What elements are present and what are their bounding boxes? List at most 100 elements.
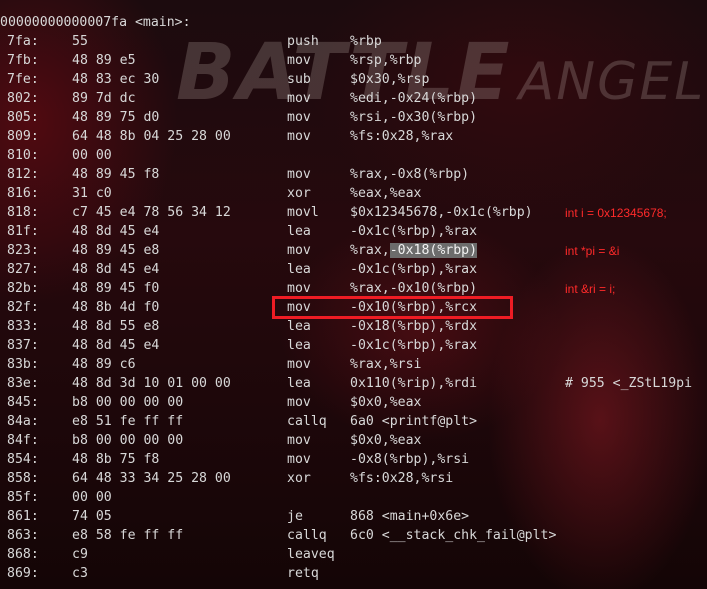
asm-operands-text: -0x10(%rbp),%rcx (350, 300, 478, 315)
asm-operands-text: %rax,-0x10(%rbp) (350, 281, 478, 296)
asm-address: 81f: (7, 224, 39, 239)
asm-operands: 6c0 <__stack_chk_fail@plt> (350, 526, 556, 545)
asm-bytes: 48 8d 45 e4 (72, 262, 160, 277)
asm-mnemonic: retq (287, 566, 319, 581)
asm-bytes: e8 58 fe ff ff (72, 528, 184, 543)
asm-bytes: c3 (72, 566, 88, 581)
asm-bytes: 48 89 45 f0 (72, 281, 160, 296)
asm-operands: -0x1c(%rbp),%rax (350, 260, 477, 279)
asm-comment: # 955 <_ZStL19pi (565, 376, 693, 391)
asm-bytes: 48 8d 3d 10 01 00 00 (72, 376, 231, 391)
asm-bytes: e8 51 fe ff ff (72, 414, 184, 429)
asm-operands-text: %rax,-0x8(%rbp) (350, 167, 470, 182)
asm-mnemonic: mov (287, 110, 311, 125)
terminal-window[interactable]: BATTLE ANGEL 00000000000007fa <main>: 7f… (0, 0, 707, 589)
asm-operands: -0x18(%rbp),%rdx (350, 317, 477, 336)
asm-operands-text: %rax, (350, 243, 390, 258)
asm-operands-text: $0x12345678,-0x1c(%rbp) (350, 205, 533, 220)
asm-operands: %rbp (350, 32, 382, 51)
asm-address: 833: (7, 319, 39, 334)
asm-bytes: 00 00 (72, 148, 112, 163)
asm-mnemonic: lea (287, 262, 311, 277)
asm-address: 869: (7, 566, 39, 581)
asm-mnemonic: mov (287, 433, 311, 448)
asm-operands: -0x1c(%rbp),%rax (350, 336, 477, 355)
asm-mnemonic: mov (287, 129, 311, 144)
asm-address: 84a: (7, 414, 39, 429)
asm-address: 861: (7, 509, 39, 524)
asm-bytes: 48 89 75 d0 (72, 110, 160, 125)
asm-address: 858: (7, 471, 39, 486)
annotation-reference-ri: int &ri = i; (565, 282, 616, 296)
asm-mnemonic: mov (287, 91, 311, 106)
asm-operands: -0x8(%rbp),%rsi (350, 450, 469, 469)
asm-bytes: 89 7d dc (72, 91, 136, 106)
annotation-pointer-pi: int *pi = &i (565, 244, 620, 258)
asm-mnemonic: mov (287, 300, 311, 315)
asm-bytes: 74 05 (72, 509, 112, 524)
asm-operands: 868 <main+0x6e> (350, 507, 469, 526)
asm-mnemonic: push (287, 34, 319, 49)
asm-operands-text: 0x110(%rip),%rdi (350, 376, 478, 391)
asm-address: 805: (7, 110, 39, 125)
asm-bytes: 31 c0 (72, 186, 112, 201)
asm-mnemonic: sub (287, 72, 311, 87)
asm-operands-text: $0x30,%rsp (350, 72, 430, 87)
asm-bytes: 64 48 8b 04 25 28 00 (72, 129, 231, 144)
asm-operands: $0x30,%rsp (350, 70, 429, 89)
asm-operands: %rsi,-0x30(%rbp) (350, 108, 477, 127)
asm-operands-text: %rsp,%rbp (350, 53, 422, 68)
asm-bytes: c9 (72, 547, 88, 562)
asm-mnemonic: callq (287, 528, 327, 543)
asm-mnemonic: xor (287, 186, 311, 201)
asm-operands-text: 6a0 <printf@plt> (350, 414, 478, 429)
asm-operands: %rax,-0x18(%rbp) (350, 241, 478, 260)
asm-operands-text: -0x18(%rbp),%rdx (350, 319, 478, 334)
asm-bytes: 48 8b 75 f8 (72, 452, 160, 467)
asm-mnemonic: mov (287, 357, 311, 372)
asm-operands: %rax,-0x10(%rbp) (350, 279, 477, 298)
asm-mnemonic: lea (287, 224, 311, 239)
asm-mnemonic: mov (287, 452, 311, 467)
asm-operands: %rsp,%rbp (350, 51, 421, 70)
asm-address: 854: (7, 452, 39, 467)
asm-mnemonic: lea (287, 338, 311, 353)
asm-bytes: 48 8d 45 e4 (72, 224, 160, 239)
asm-operands-text: -0x1c(%rbp),%rax (350, 338, 478, 353)
asm-bytes: 48 89 e5 (72, 53, 136, 68)
asm-operands: %eax,%eax (350, 184, 421, 203)
asm-operands: %fs:0x28,%rsi (350, 469, 453, 488)
asm-operands: %rax,-0x8(%rbp) (350, 165, 469, 184)
asm-operands: %fs:0x28,%rax (350, 127, 453, 146)
asm-mnemonic: mov (287, 243, 311, 258)
asm-address: 845: (7, 395, 39, 410)
asm-operands-text: 868 <main+0x6e> (350, 509, 470, 524)
asm-address: 85f: (7, 490, 39, 505)
asm-address: 82f: (7, 300, 39, 315)
asm-address: 84f: (7, 433, 39, 448)
asm-operands-text: %rax,%rsi (350, 357, 422, 372)
asm-mnemonic: callq (287, 414, 327, 429)
asm-mnemonic: mov (287, 53, 311, 68)
asm-address: 809: (7, 129, 39, 144)
selected-text[interactable]: -0x18(%rbp) (389, 243, 478, 258)
asm-mnemonic: mov (287, 281, 311, 296)
asm-mnemonic: leaveq (287, 547, 335, 562)
asm-address: 827: (7, 262, 39, 277)
asm-address: 823: (7, 243, 39, 258)
asm-address: 7fe: (7, 72, 39, 87)
asm-bytes: 48 8d 55 e8 (72, 319, 160, 334)
asm-address: 83b: (7, 357, 39, 372)
asm-bytes: 48 8d 45 e4 (72, 338, 160, 353)
asm-mnemonic: lea (287, 376, 311, 391)
asm-address: 810: (7, 148, 39, 163)
asm-operands-text: %rsi,-0x30(%rbp) (350, 110, 478, 125)
asm-operands-text: -0x8(%rbp),%rsi (350, 452, 470, 467)
asm-operands-text: $0x0,%eax (350, 433, 422, 448)
asm-operands: %edi,-0x24(%rbp) (350, 89, 477, 108)
asm-operands-text: %rbp (350, 34, 382, 49)
asm-bytes: 48 83 ec 30 (72, 72, 160, 87)
asm-address: 7fb: (7, 53, 39, 68)
disassembly-header: 00000000000007fa <main>: (0, 13, 191, 32)
asm-address: 7fa: (7, 34, 39, 49)
